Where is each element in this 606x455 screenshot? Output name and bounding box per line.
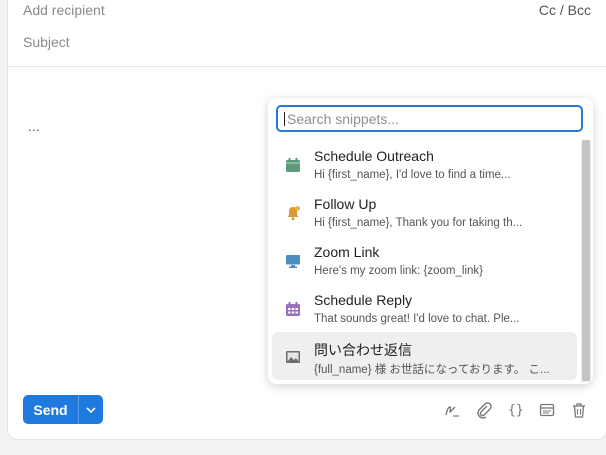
snippets-popup: Search snippets... Schedule Outreach Hi … [268, 98, 593, 384]
snippet-item[interactable]: Zoom Link Here's my zoom link: {zoom_lin… [272, 236, 577, 284]
monitor-icon [284, 252, 302, 270]
cc-bcc-link[interactable]: Cc / Bcc [539, 2, 591, 18]
send-button[interactable]: Send [23, 395, 79, 424]
send-group: Send [23, 395, 103, 424]
snippet-title: 問い合わせ返信 [314, 342, 412, 358]
subject-input[interactable]: Subject [23, 34, 70, 50]
template-icon[interactable] [537, 400, 557, 420]
snippet-preview: Hi {first_name}, Thank you for taking th… [314, 217, 523, 229]
snippet-item[interactable]: Follow Up Hi {first_name}, Thank you for… [272, 188, 577, 236]
snippet-title: Follow Up [314, 196, 377, 212]
calendar-add-icon [284, 156, 302, 174]
scrollbar-thumb[interactable] [582, 140, 590, 381]
snippet-preview: Here's my zoom link: {zoom_link} [314, 265, 484, 277]
snippet-item[interactable]: Schedule Outreach Hi {first_name}, I'd l… [272, 140, 577, 188]
recipient-input[interactable]: Add recipient [23, 2, 105, 18]
snippet-title: Schedule Reply [314, 292, 413, 308]
scrollbar[interactable] [581, 140, 591, 382]
chevron-down-icon [86, 406, 96, 413]
message-body[interactable]: ... [28, 118, 40, 134]
search-placeholder: Search snippets... [287, 111, 400, 127]
image-icon [284, 348, 302, 366]
snippet-title: Schedule Outreach [314, 148, 434, 164]
snippet-search-input[interactable]: Search snippets... [276, 105, 583, 132]
snippet-title: Zoom Link [314, 244, 380, 260]
send-options-button[interactable] [79, 395, 103, 424]
snippet-preview: Hi {first_name}, I'd love to find a time… [314, 169, 511, 181]
attach-icon[interactable] [474, 400, 494, 420]
recipient-row[interactable]: Add recipient Cc / Bcc [8, 0, 606, 26]
svg-text:{}: {} [508, 403, 524, 418]
snippet-item-active[interactable]: 問い合わせ返信 {full_name} 様 お世話になっております。 こ... [272, 332, 577, 380]
text-caret [284, 112, 285, 126]
calendar-grid-icon [284, 300, 302, 318]
trash-icon[interactable] [569, 400, 589, 420]
bell-icon [284, 204, 302, 222]
snippet-preview: {full_name} 様 お世話になっております。 こ... [314, 364, 550, 376]
signature-icon[interactable] [442, 400, 462, 420]
variables-icon[interactable]: {} [505, 400, 525, 420]
snippet-preview: That sounds great! I'd love to chat. Ple… [314, 313, 520, 325]
subject-row[interactable]: Subject [8, 26, 606, 67]
snippet-item[interactable]: Schedule Reply That sounds great! I'd lo… [272, 284, 577, 332]
